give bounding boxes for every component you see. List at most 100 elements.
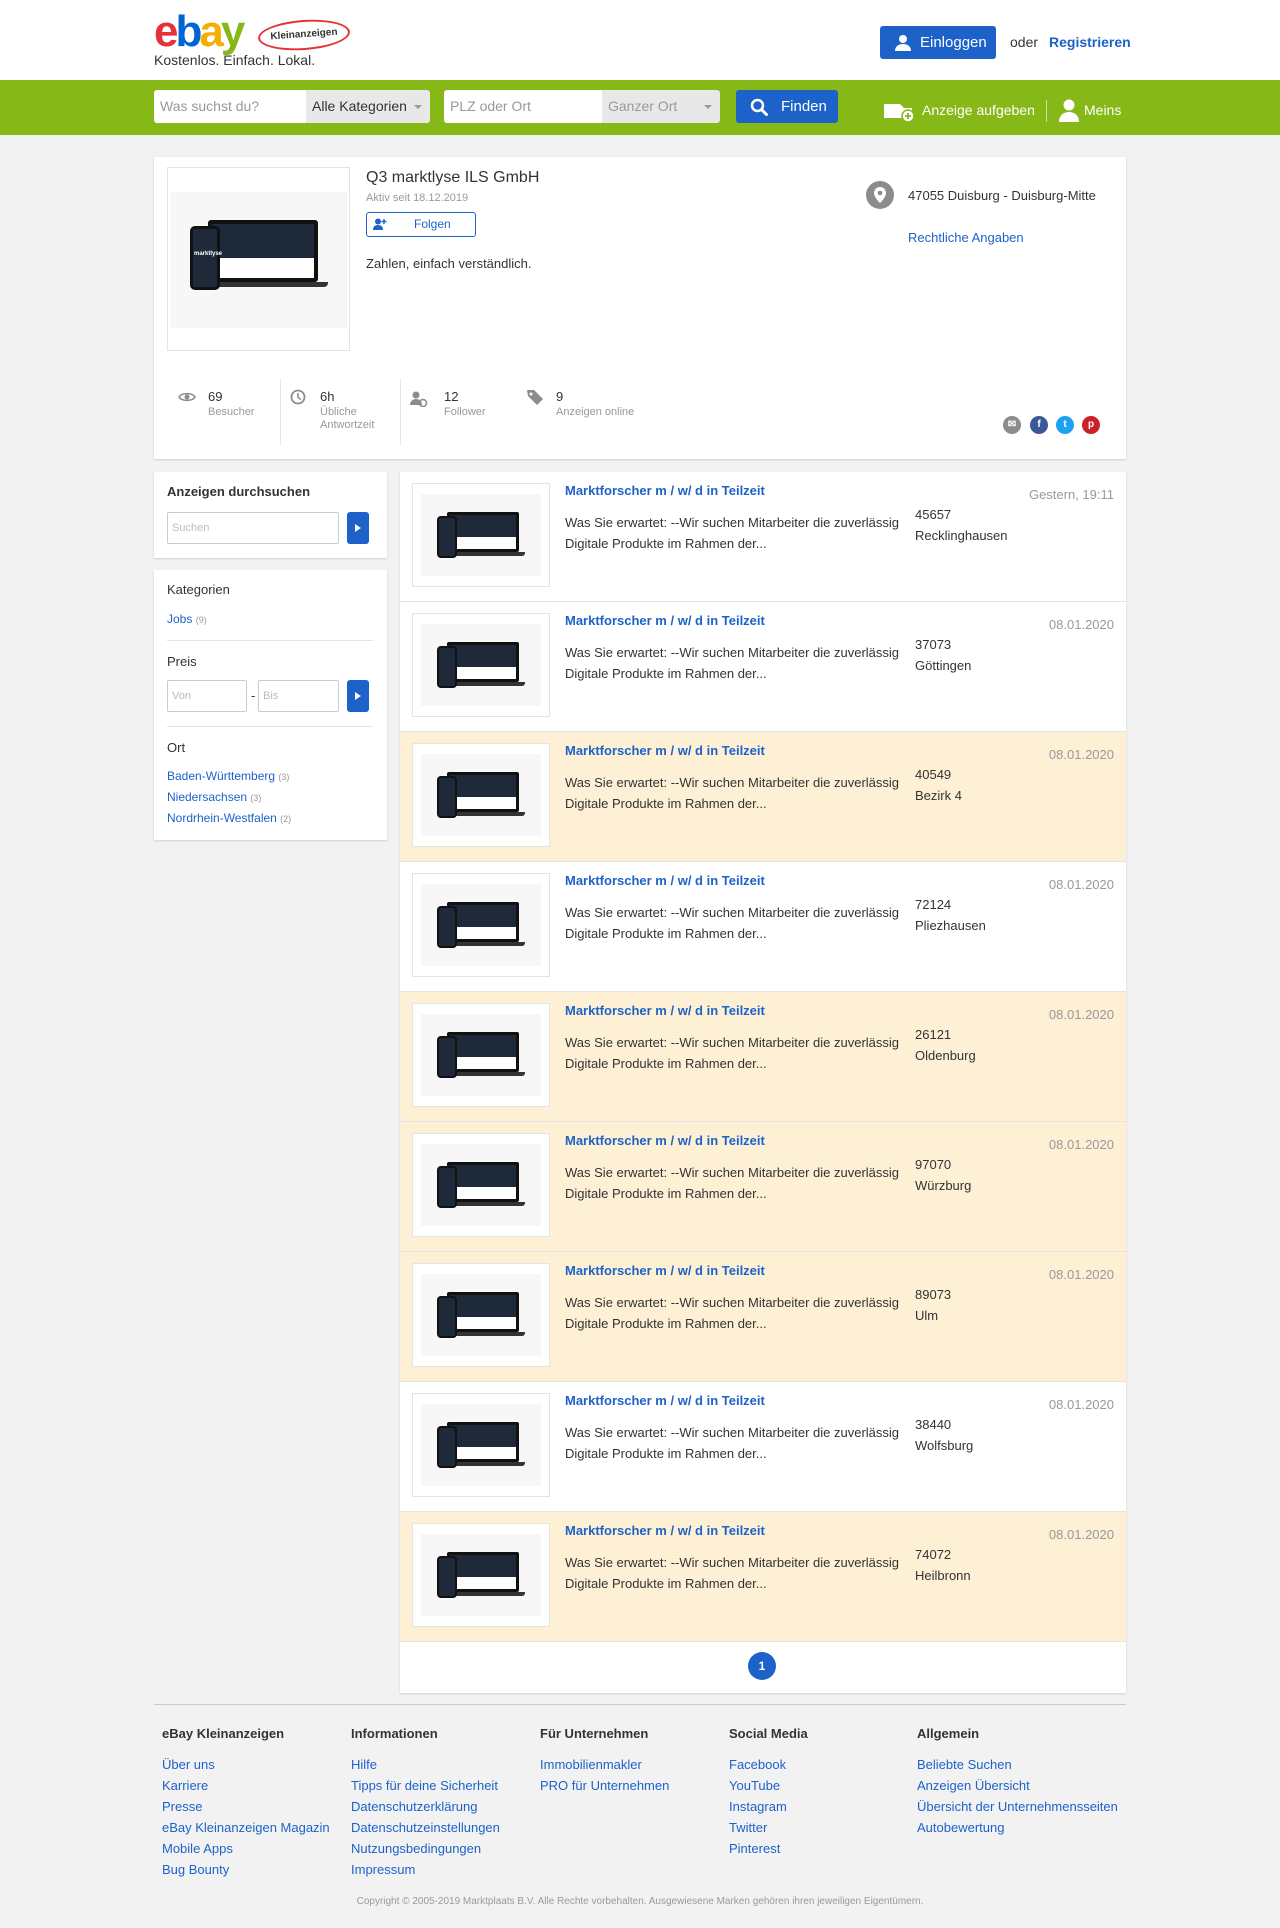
- footer-link[interactable]: Über uns: [162, 1754, 330, 1775]
- stat-label: Besucher: [208, 406, 255, 418]
- ad-list-item[interactable]: Marktforscher m / w/ d in Teilzeit Was Si…: [400, 992, 1126, 1122]
- register-link[interactable]: Registrieren: [1049, 34, 1131, 50]
- footer-link[interactable]: Hilfe: [351, 1754, 500, 1775]
- login-button[interactable]: Einloggen: [880, 26, 996, 59]
- footer-heading: Allgemein: [917, 1726, 980, 1741]
- footer-link[interactable]: Twitter: [729, 1817, 808, 1838]
- ad-thumbnail[interactable]: [412, 1523, 550, 1627]
- footer-link[interactable]: Facebook: [729, 1754, 808, 1775]
- ad-zip: 72124: [915, 897, 952, 912]
- footer-link[interactable]: Bug Bounty: [162, 1859, 330, 1880]
- location-link[interactable]: Nordrhein-Westfalen (2): [167, 811, 291, 825]
- ad-title[interactable]: Marktforscher m / w/ d in Teilzeit: [565, 483, 765, 498]
- footer-link[interactable]: Tipps für deine Sicherheit: [351, 1775, 500, 1796]
- price-apply-button[interactable]: [347, 680, 369, 712]
- ad-list-item[interactable]: Marktforscher m / w/ d in Teilzeit Was Si…: [400, 1512, 1126, 1642]
- price-to-input[interactable]: Bis: [258, 680, 339, 712]
- ad-zip: 45657: [915, 507, 952, 522]
- twitter-share-icon[interactable]: t: [1056, 416, 1074, 434]
- stat-value: 6h: [320, 389, 335, 404]
- ad-list-item[interactable]: Marktforscher m / w/ d in Teilzeit Was Si…: [400, 1122, 1126, 1252]
- location-input[interactable]: PLZ oder Ort: [444, 90, 602, 123]
- footer-link[interactable]: Datenschutzerklärung: [351, 1796, 500, 1817]
- ad-title[interactable]: Marktforscher m / w/ d in Teilzeit: [565, 1003, 765, 1018]
- find-button[interactable]: Finden: [736, 90, 838, 123]
- ad-list-item[interactable]: Marktforscher m / w/ d in Teilzeit Was Si…: [400, 862, 1126, 992]
- footer-link[interactable]: YouTube: [729, 1775, 808, 1796]
- email-share-icon[interactable]: ✉: [1003, 416, 1021, 434]
- ebay-kleinanzeigen-logo[interactable]: ebay Kleinanzeigen Kostenlos. Einfach. L…: [154, 8, 354, 68]
- radius-select[interactable]: Ganzer Ort: [602, 90, 720, 123]
- ad-title[interactable]: Marktforscher m / w/ d in Teilzeit: [565, 873, 765, 888]
- ad-listing: Marktforscher m / w/ d in Teilzeit Was Si…: [400, 472, 1126, 1693]
- ad-list-item[interactable]: Marktforscher m / w/ d in Teilzeit Was Si…: [400, 602, 1126, 732]
- ad-thumbnail[interactable]: [412, 1133, 550, 1237]
- ad-city: Recklinghausen: [915, 528, 1008, 543]
- brand-text: marktlyse: [194, 251, 223, 257]
- search-input[interactable]: Was suchst du?: [154, 90, 306, 123]
- ad-list-item[interactable]: Marktforscher m / w/ d in Teilzeit Was Si…: [400, 1252, 1126, 1382]
- ad-thumbnail[interactable]: [412, 873, 550, 977]
- ad-thumbnail[interactable]: [412, 743, 550, 847]
- or-text: oder: [1010, 34, 1039, 50]
- ad-date: 08.01.2020: [1048, 617, 1114, 632]
- ad-title[interactable]: Marktforscher m / w/ d in Teilzeit: [565, 1263, 765, 1278]
- divider: [167, 640, 373, 641]
- footer-link[interactable]: Mobile Apps: [162, 1838, 330, 1859]
- ad-list-item[interactable]: Marktforscher m / w/ d in Teilzeit Was Si…: [400, 1382, 1126, 1512]
- ad-description: Was Sie erwartet: --Wir suchen Mitarbeit…: [565, 1165, 900, 1201]
- ad-date: 08.01.2020: [1048, 1527, 1114, 1542]
- footer-link[interactable]: Karriere: [162, 1775, 330, 1796]
- ad-thumbnail[interactable]: [412, 1393, 550, 1497]
- follow-button[interactable]: Folgen: [366, 212, 476, 237]
- facebook-share-icon[interactable]: f: [1030, 416, 1048, 434]
- sidebar-search-button[interactable]: [347, 512, 369, 544]
- thumb-laptop: [447, 1422, 519, 1462]
- stat-value: 69: [208, 389, 223, 404]
- ad-title[interactable]: Marktforscher m / w/ d in Teilzeit: [565, 743, 765, 758]
- footer-link[interactable]: Autobewertung: [917, 1817, 1118, 1838]
- footer-link[interactable]: Presse: [162, 1796, 330, 1817]
- footer-link[interactable]: Beliebte Suchen: [917, 1754, 1118, 1775]
- ad-title[interactable]: Marktforscher m / w/ d in Teilzeit: [565, 1523, 765, 1538]
- ad-thumbnail[interactable]: [412, 613, 550, 717]
- footer-link[interactable]: PRO für Unternehmen: [540, 1775, 669, 1796]
- ad-list-item[interactable]: Marktforscher m / w/ d in Teilzeit Was Si…: [400, 472, 1126, 602]
- ad-thumbnail[interactable]: [412, 1263, 550, 1367]
- meins-button[interactable]: Meins: [1058, 98, 1121, 122]
- ad-thumbnail[interactable]: [412, 1003, 550, 1107]
- footer-link[interactable]: eBay Kleinanzeigen Magazin: [162, 1817, 330, 1838]
- sidebar-search-input[interactable]: Suchen: [167, 512, 339, 544]
- follow-label: Folgen: [414, 217, 451, 231]
- price-from-input[interactable]: Von: [167, 680, 247, 712]
- footer-link[interactable]: Impressum: [351, 1859, 500, 1880]
- location-link[interactable]: Baden-Württemberg (3): [167, 769, 289, 783]
- legal-info-link[interactable]: Rechtliche Angaben: [908, 230, 1024, 245]
- ad-city: Pliezhausen: [915, 918, 986, 933]
- footer-column-ebay: eBay Kleinanzeigen Über uns Karriere Pre…: [162, 1726, 330, 1880]
- footer-link[interactable]: Pinterest: [729, 1838, 808, 1859]
- ad-thumbnail[interactable]: [412, 483, 550, 587]
- ad-list-item[interactable]: Marktforscher m / w/ d in Teilzeit Was Si…: [400, 732, 1126, 862]
- thumb-screen: [450, 1317, 516, 1329]
- pagination-page-1[interactable]: 1: [748, 1652, 776, 1680]
- footer-link[interactable]: Instagram: [729, 1796, 808, 1817]
- pinterest-share-icon[interactable]: p: [1082, 416, 1100, 434]
- thumb-phone: [437, 1166, 457, 1208]
- footer-link[interactable]: Nutzungsbedingungen: [351, 1838, 500, 1859]
- ad-description: Was Sie erwartet: --Wir suchen Mitarbeit…: [565, 515, 900, 551]
- ad-title[interactable]: Marktforscher m / w/ d in Teilzeit: [565, 1133, 765, 1148]
- category-select[interactable]: Alle Kategorien: [306, 90, 430, 123]
- location-link[interactable]: Niedersachsen (3): [167, 790, 261, 804]
- footer-link[interactable]: Immobilienmakler: [540, 1754, 669, 1775]
- category-link-jobs[interactable]: Jobs (9): [167, 612, 207, 626]
- footer-divider: [154, 1704, 1126, 1705]
- post-ad-button[interactable]: Anzeige aufgeben: [882, 98, 1035, 122]
- footer-link[interactable]: Datenschutzeinstellungen: [351, 1817, 500, 1838]
- ad-title[interactable]: Marktforscher m / w/ d in Teilzeit: [565, 1393, 765, 1408]
- footer-link[interactable]: Übersicht der Unternehmensseiten: [917, 1796, 1118, 1817]
- search-ads-title: Anzeigen durchsuchen: [167, 484, 311, 499]
- thumb-screen: [450, 537, 516, 549]
- ad-title[interactable]: Marktforscher m / w/ d in Teilzeit: [565, 613, 765, 628]
- footer-link[interactable]: Anzeigen Übersicht: [917, 1775, 1118, 1796]
